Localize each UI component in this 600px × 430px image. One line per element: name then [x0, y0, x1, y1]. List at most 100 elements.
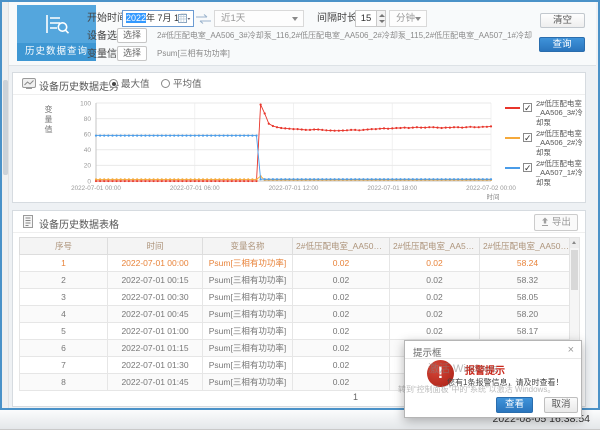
table-cell: Psum[三相有功功率] — [203, 306, 293, 323]
cancel-button[interactable]: 取消 — [544, 397, 578, 413]
table-cell: 2022-07-01 01:00 — [108, 323, 203, 340]
table-cell: Psum[三相有功功率] — [203, 374, 293, 391]
svg-text:60: 60 — [84, 132, 92, 139]
col-time: 时间 — [108, 238, 203, 255]
legend-item: ✓ 2#低压配电室_AA506_3#冷却泵 — [505, 99, 585, 129]
query-toolbar: 历史数据查询 开始时间: 2022年 7月 1日 — [9, 2, 596, 66]
table-cell: 58.32 — [480, 272, 576, 289]
svg-text:2022-07-01 18:00: 2022-07-01 18:00 — [367, 185, 417, 192]
variable-select-button[interactable]: 选择 — [117, 46, 147, 61]
clear-button[interactable]: 清空 — [540, 13, 585, 28]
legend-item: ✓ 2#低压配电室_AA507_1#冷却泵 — [505, 159, 585, 189]
table-cell: 2022-07-01 01:30 — [108, 357, 203, 374]
radio-avg[interactable]: 平均值 — [161, 79, 202, 91]
legend-checkbox-checked[interactable]: ✓ — [523, 163, 532, 172]
variable-value-text: Psum[三相有功功率] — [157, 48, 457, 60]
start-date-input[interactable]: 2022年 7月 1日 — [122, 10, 194, 27]
module-banner: 历史数据查询 — [17, 5, 96, 61]
radio-max[interactable]: 最大值 — [109, 79, 150, 91]
close-icon[interactable]: × — [568, 343, 574, 357]
table-cell: 2022-07-01 01:15 — [108, 340, 203, 357]
col-device-3: 2#低压配电室_AA507_1#冷却泵_117 — [480, 238, 576, 255]
table-cell: 0.02 — [390, 255, 480, 272]
table-cell: 2022-07-01 00:15 — [108, 272, 203, 289]
legend-line-swatch — [505, 107, 520, 109]
legend-line-swatch — [505, 137, 520, 139]
table-cell: Psum[三相有功功率] — [203, 323, 293, 340]
export-button[interactable]: 导出 — [534, 214, 578, 231]
table-cell: Psum[三相有功功率] — [203, 255, 293, 272]
screen: 历史数据查询 开始时间: 2022年 7月 1日 — [0, 0, 600, 430]
table-cell: 0.02 — [390, 323, 480, 340]
table-cell: 6 — [20, 340, 108, 357]
calendar-icon[interactable] — [178, 13, 191, 30]
stepper-up-icon[interactable] — [379, 14, 385, 17]
table-row[interactable]: 22022-07-01 00:15Psum[三相有功功率]0.020.0258.… — [20, 272, 576, 289]
trend-chart-panel: 设备历史数据走势 最大值 平均值 变量值 2022-07-01 00:00202… — [12, 72, 586, 203]
table-cell: 2022-07-01 00:30 — [108, 289, 203, 306]
legend-item: ✓ 2#低压配电室_AA506_2#冷却泵 — [505, 129, 585, 159]
table-cell: 0.02 — [293, 374, 390, 391]
table-cell: 58.20 — [480, 306, 576, 323]
history-search-icon — [43, 12, 71, 43]
legend-checkbox-checked[interactable]: ✓ — [523, 133, 532, 142]
table-row[interactable]: 52022-07-01 01:00Psum[三相有功功率]0.020.0258.… — [20, 323, 576, 340]
interval-input[interactable]: 15 — [355, 10, 377, 27]
table-cell: 0.02 — [293, 272, 390, 289]
table-cell: 0.02 — [390, 306, 480, 323]
left-scrollbar[interactable] — [2, 2, 9, 408]
export-button-label: 导出 — [552, 217, 571, 228]
chart-title: 设备历史数据走势 — [39, 78, 119, 93]
col-variable: 变量名称 — [203, 238, 293, 255]
interval-unit-dropdown[interactable]: 分钟 — [389, 10, 427, 27]
col-device-1: 2#低压配电室_AA506_3#冷却泵_116 — [293, 238, 390, 255]
svg-text:2022-07-01 06:00: 2022-07-01 06:00 — [170, 185, 220, 192]
radio-max-label: 最大值 — [121, 79, 150, 90]
table-cell: 58.24 — [480, 255, 576, 272]
time-range-dropdown[interactable]: 近1天 — [214, 10, 304, 27]
svg-text:100: 100 — [80, 100, 91, 107]
table-cell: 0.02 — [293, 340, 390, 357]
table-row[interactable]: 42022-07-01 00:45Psum[三相有功功率]0.020.0258.… — [20, 306, 576, 323]
trend-chart-icon — [22, 77, 36, 95]
table-cell: 0.02 — [390, 289, 480, 306]
device-select-button[interactable]: 选择 — [117, 28, 147, 43]
view-button[interactable]: 查看 — [496, 397, 533, 413]
legend-label: 2#低压配电室_AA506_3#冷却泵 — [536, 99, 585, 127]
table-cell: 7 — [20, 357, 108, 374]
table-row[interactable]: 32022-07-01 00:30Psum[三相有功功率]0.020.0258.… — [20, 289, 576, 306]
table-cell: 2022-07-01 01:45 — [108, 374, 203, 391]
left-scrollbar-thumb[interactable] — [3, 80, 8, 175]
table-cell: 2022-07-01 00:45 — [108, 306, 203, 323]
table-row[interactable]: 12022-07-01 00:00Psum[三相有功功率]0.020.0258.… — [20, 255, 576, 272]
table-title: 设备历史数据表格 — [39, 216, 119, 231]
interval-unit-value: 分钟 — [396, 13, 415, 24]
legend-checkbox-checked[interactable]: ✓ — [523, 103, 532, 112]
table-cell: Psum[三相有功功率] — [203, 357, 293, 374]
radio-avg-label: 平均值 — [173, 79, 202, 90]
table-cell: 0.02 — [293, 357, 390, 374]
swap-arrows-icon[interactable] — [195, 12, 212, 30]
svg-text:2022-07-01 00:00: 2022-07-01 00:00 — [71, 185, 121, 192]
table-scrollbar-thumb[interactable] — [571, 250, 578, 290]
table-cell: 1 — [20, 255, 108, 272]
legend-label: 2#低压配电室_AA506_2#冷却泵 — [536, 129, 585, 157]
scroll-up-icon[interactable] — [570, 238, 579, 248]
chart-legend: ✓ 2#低压配电室_AA506_3#冷却泵 ✓ 2#低压配电室_AA506_2#冷却泵… — [505, 99, 585, 189]
stepper-down-icon[interactable] — [379, 20, 385, 23]
svg-text:0: 0 — [87, 178, 91, 185]
device-value-text: 2#低压配电室_AA506_3#冷却泵_116,2#低压配电室_AA506_2#… — [157, 30, 532, 42]
chevron-down-icon — [415, 17, 421, 21]
radio-unselected-icon — [161, 79, 170, 88]
table-cell: 3 — [20, 289, 108, 306]
time-range-value: 近1天 — [221, 13, 245, 24]
dialog-titlebar: 提示框 × — [405, 341, 581, 359]
trend-chart: 2022-07-01 00:00 2022-07-01 06:00 2022-07-… — [49, 95, 501, 201]
page-number[interactable]: 1 — [353, 392, 358, 402]
windows-watermark-line1: 激活 Windows — [428, 360, 498, 376]
table-cell: Psum[三相有功功率] — [203, 289, 293, 306]
query-button[interactable]: 查询 — [539, 37, 585, 52]
table-cell: 4 — [20, 306, 108, 323]
legend-label: 2#低压配电室_AA507_1#冷却泵 — [536, 159, 585, 187]
interval-stepper[interactable] — [377, 10, 386, 27]
